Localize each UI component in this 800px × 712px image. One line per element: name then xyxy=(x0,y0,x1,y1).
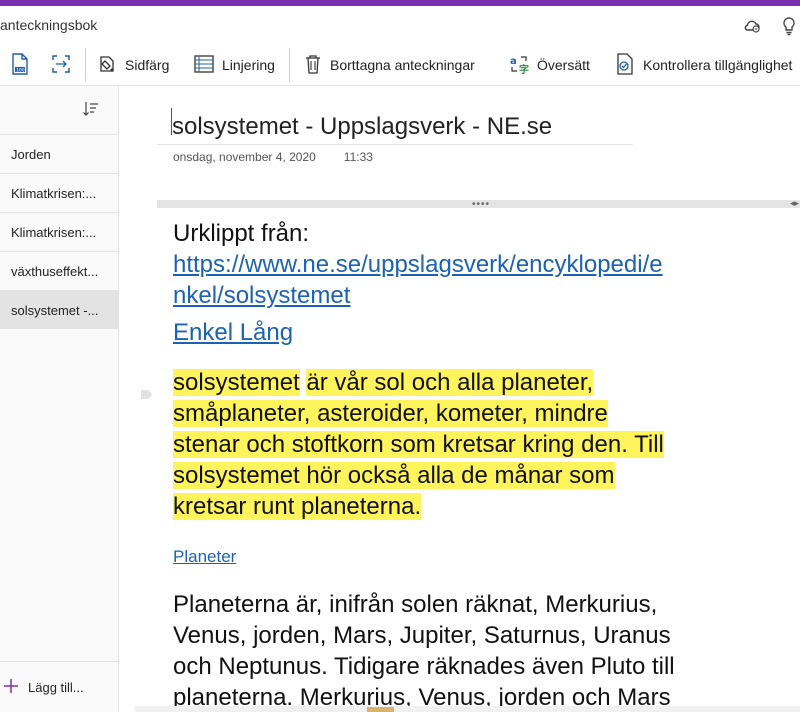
highlighted-paragraph: solsystemet är vår sol och alla planeter… xyxy=(173,369,664,520)
highlight-solsystemet: solsystemet xyxy=(173,369,300,396)
note-drag-handle[interactable]: •••• xyxy=(472,199,490,210)
rule-lines-icon xyxy=(193,53,215,78)
page-meta: onsdag, november 4, 2020 11:33 xyxy=(173,150,373,164)
clip-source-label: Urklippt från: xyxy=(173,220,310,247)
translate-label: Översätt xyxy=(537,57,590,73)
note-resize-handle[interactable]: ◂▸ xyxy=(790,198,799,209)
deleted-notes-label: Borttagna anteckningar xyxy=(330,57,475,73)
page-template-button[interactable]: 100 xyxy=(9,50,31,80)
page-item-vaxthuseffekt[interactable]: växthuseffekt... xyxy=(0,251,118,290)
page-title[interactable]: solsystemet - Uppslagsverk - NE.se xyxy=(172,113,552,141)
planets-paragraph: Planeterna är, inifrån solen räknat, Mer… xyxy=(173,591,675,711)
deleted-notes-button[interactable]: Borttagna anteckningar xyxy=(303,50,475,80)
page-color-label: Sidfärg xyxy=(125,57,170,73)
page-item-klimatkrisen-2[interactable]: Klimatkrisen:... xyxy=(0,212,118,251)
title-divider xyxy=(157,144,633,145)
check-accessibility-label: Kontrollera tillgänglighet xyxy=(643,57,793,73)
horizontal-scrollbar[interactable] xyxy=(135,706,800,712)
plus-icon xyxy=(2,677,20,698)
rule-lines-label: Linjering xyxy=(222,57,275,73)
page-size-icon xyxy=(50,53,72,78)
page-color-button[interactable]: Sidfärg xyxy=(96,50,169,80)
svg-text:100: 100 xyxy=(16,67,25,73)
page-size-button[interactable] xyxy=(50,50,72,80)
paragraph-handle[interactable] xyxy=(141,390,152,399)
note-body[interactable]: Urklippt från: https://www.ne.se/uppslag… xyxy=(173,218,798,712)
ribbon-separator xyxy=(289,48,290,82)
svg-text:字: 字 xyxy=(519,63,529,75)
scrollbar-thumb[interactable] xyxy=(367,707,394,712)
clip-source-url[interactable]: https://www.ne.se/uppslagsverk/encyklope… xyxy=(173,251,663,309)
accessibility-check-icon xyxy=(614,52,636,79)
ribbon-view-tab: 100 Sidfärg Linjering Borttagna anteckni… xyxy=(0,44,800,86)
svg-text:a: a xyxy=(510,56,517,67)
ribbon-separator xyxy=(85,48,86,82)
page-item-jorden[interactable]: Jorden xyxy=(0,134,118,173)
add-page-button[interactable]: Lägg till... xyxy=(0,661,118,712)
sync-status-icon[interactable] xyxy=(742,16,762,36)
note-container[interactable]: •••• ◂▸ Urklippt från: https://www.ne.se… xyxy=(141,198,800,712)
add-page-label: Lägg till... xyxy=(28,679,84,695)
sort-pages-icon[interactable] xyxy=(82,100,100,123)
translate-icon: a字 xyxy=(508,53,530,78)
page-item-klimatkrisen-1[interactable]: Klimatkrisen:... xyxy=(0,173,118,212)
page-canvas: solsystemet - Uppslagsverk - NE.se onsda… xyxy=(119,86,800,712)
title-bar: anteckningsbok xyxy=(0,6,800,44)
article-tabs-link[interactable]: Enkel Lång xyxy=(173,319,293,346)
check-accessibility-button[interactable]: Kontrollera tillgänglighet xyxy=(614,50,792,80)
rule-lines-button[interactable]: Linjering xyxy=(193,50,275,80)
planeter-section-link[interactable]: Planeter xyxy=(173,547,236,566)
page-date: onsdag, november 4, 2020 xyxy=(173,150,316,164)
notebook-title: anteckningsbok xyxy=(0,17,98,33)
page-item-solsystemet[interactable]: solsystemet -... xyxy=(0,290,118,329)
translate-button[interactable]: a字 Översätt xyxy=(508,50,590,80)
page-time: 11:33 xyxy=(343,150,373,164)
page-list: Jorden Klimatkrisen:... Klimatkrisen:...… xyxy=(0,134,118,329)
page-color-icon xyxy=(96,53,118,78)
page-list-pane: Jorden Klimatkrisen:... Klimatkrisen:...… xyxy=(0,86,119,712)
lightbulb-icon[interactable] xyxy=(779,16,799,36)
page-template-icon: 100 xyxy=(9,52,31,79)
trash-icon xyxy=(303,53,323,78)
